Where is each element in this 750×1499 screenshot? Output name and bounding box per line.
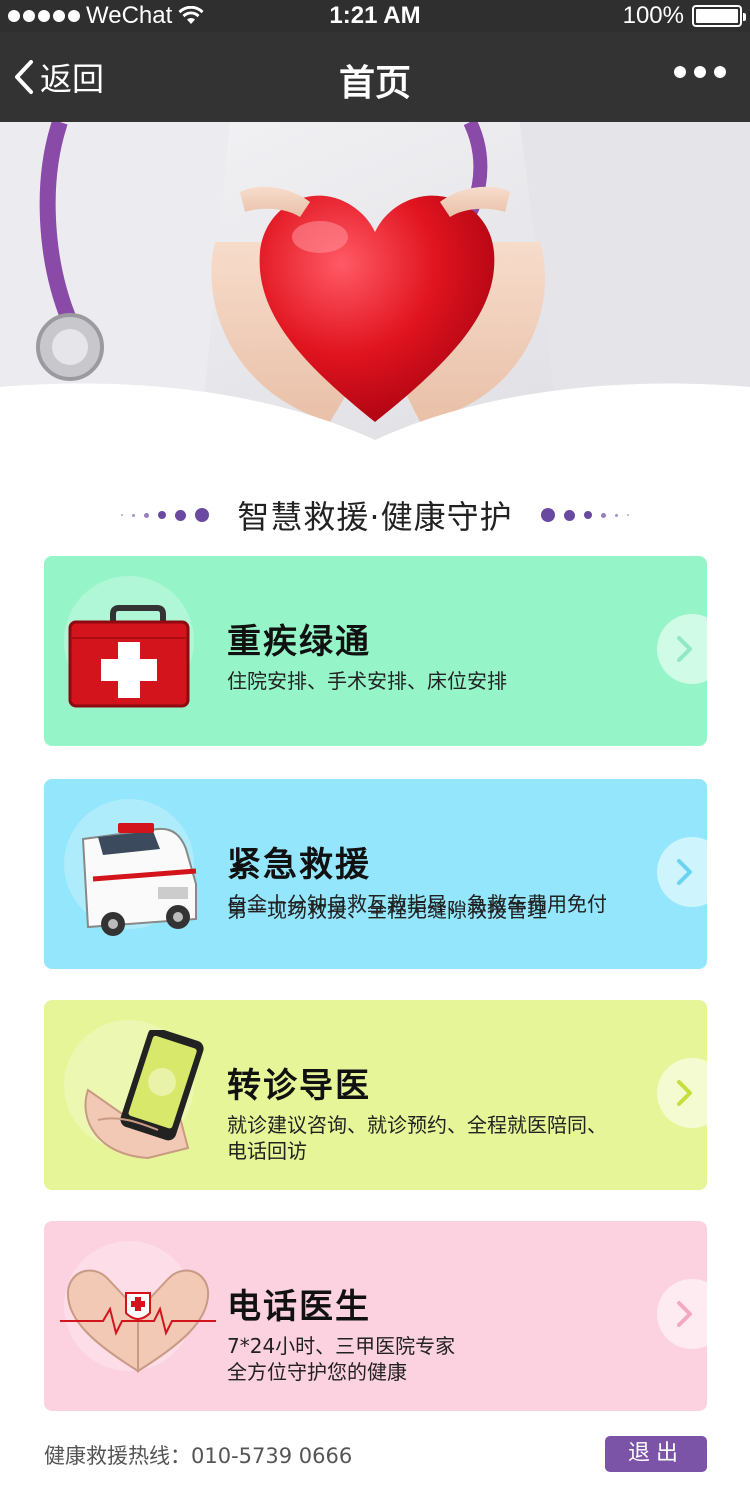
slogan-text: 智慧救援·健康守护 [237, 498, 513, 536]
service-card-critical-illness[interactable]: 重疾绿通 住院安排、手术安排、床位安排 [44, 556, 707, 746]
card-title: 电话医生 [227, 1287, 371, 1327]
chevron-right-icon [677, 1301, 692, 1327]
card-description-line-2: 全方位守护您的健康 [227, 1360, 407, 1384]
card-arrow-button[interactable] [657, 614, 707, 684]
status-bar: WeChat 1:21 AM 100% [0, 0, 750, 32]
page-title: 首页 [338, 63, 411, 104]
chevron-right-icon [677, 859, 692, 885]
left-dots-decoration [121, 508, 210, 522]
phone-in-hand-icon [84, 1030, 204, 1160]
doctor-heart-banner-image [0, 122, 750, 442]
card-description-line-2: 电话回访 [227, 1139, 307, 1163]
chevron-right-icon [677, 1080, 692, 1106]
battery-percent: 100% [622, 2, 684, 29]
more-menu-button[interactable] [674, 66, 726, 78]
first-aid-kit-icon [68, 605, 190, 708]
hero-banner [0, 122, 750, 442]
service-card-phone-doctor[interactable]: 电话医生 7*24小时、三甲医院专家 全方位守护您的健康 [44, 1221, 707, 1411]
card-description: 住院安排、手术安排、床位安排 [227, 669, 507, 693]
footer: 健康救援热线：010-5739 0666 退出 [44, 1436, 707, 1472]
battery-icon [692, 5, 746, 27]
hotline: 健康救援热线：010-5739 0666 [44, 1440, 352, 1470]
service-card-emergency-rescue[interactable]: 紧急救援 白金十分钟自救互救指导、急救车费用免付 第一现场救援、全程无缝隙救援管… [44, 779, 707, 969]
card-arrow-button[interactable] [657, 1058, 707, 1128]
more-dot-icon [694, 66, 706, 78]
card-title: 转诊导医 [227, 1066, 371, 1106]
hotline-number[interactable]: 010-5739 0666 [191, 1444, 352, 1468]
status-right: 100% [622, 2, 746, 30]
hotline-label: 健康救援热线： [44, 1444, 191, 1468]
more-dot-icon [674, 66, 686, 78]
card-description-line-2: 第一现场救援、全程无缝隙救援管理 [227, 898, 547, 922]
heart-hands-icon [60, 1269, 216, 1373]
right-dots-decoration [540, 508, 629, 522]
card-description-line-1: 7*24小时、三甲医院专家 [227, 1334, 456, 1358]
chevron-right-icon [677, 636, 692, 662]
card-arrow-button[interactable] [657, 1279, 707, 1349]
service-card-referral-guide[interactable]: 转诊导医 就诊建议咨询、就诊预约、全程就医陪同、 电话回访 [44, 1000, 707, 1190]
card-title: 重疾绿通 [227, 622, 371, 662]
logout-button[interactable]: 退出 [605, 1436, 707, 1472]
nav-bar: 返回 首页 [0, 32, 750, 122]
slogan-row: 智慧救援·健康守护 [0, 490, 750, 540]
card-title: 紧急救援 [227, 845, 371, 885]
card-arrow-button[interactable] [657, 837, 707, 907]
more-dot-icon [714, 66, 726, 78]
ambulance-icon [81, 823, 197, 936]
card-description-line-1: 就诊建议咨询、就诊预约、全程就医陪同、 [227, 1113, 607, 1137]
